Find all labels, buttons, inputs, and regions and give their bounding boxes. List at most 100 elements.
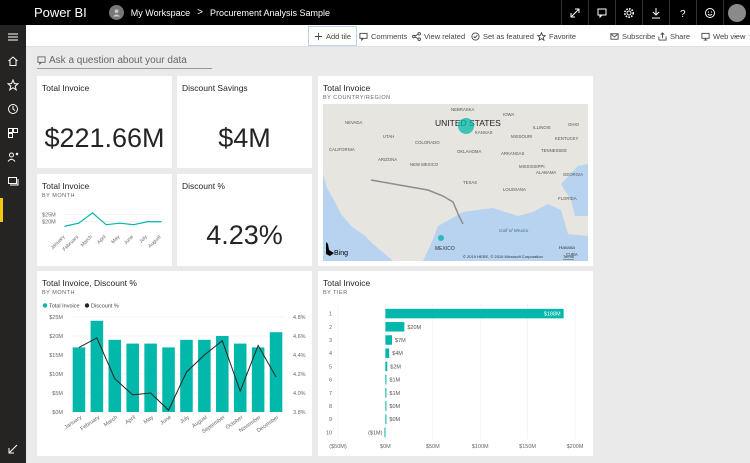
user-avatar[interactable] — [723, 0, 750, 25]
tile-invoice-by-month[interactable]: Total Invoice BY MONTH $25M $20M January Fe… — [37, 174, 172, 266]
nav-menu-icon[interactable] — [0, 25, 26, 49]
map-state-label: TENNESSEE — [541, 148, 567, 153]
data-label: $7M — [395, 338, 406, 344]
x-tick-label: March — [80, 234, 94, 248]
more-options-button[interactable]: ··· — [734, 25, 744, 47]
x-tick-label: May — [110, 234, 121, 245]
set-as-featured-button[interactable]: Set as featured — [471, 25, 534, 47]
bar — [216, 336, 229, 412]
y2-tick-label: 4.6% — [293, 334, 306, 340]
app-title[interactable]: Power BI — [34, 5, 87, 20]
bar — [198, 339, 211, 412]
favorite-button[interactable]: Favorite — [537, 25, 576, 47]
tile-title: Total Invoice — [323, 83, 371, 93]
nav-get-data-icon[interactable] — [0, 437, 26, 461]
legend-label: Total Invoice — [49, 304, 80, 310]
tile-invoice-by-tier[interactable]: Total Invoice BY TIER ($50M) $0M $50M $100M… — [318, 271, 593, 456]
map-state-label: TEXAS — [463, 180, 477, 185]
data-label: $0M — [389, 417, 400, 423]
qna-input[interactable]: Ask a question about your data — [37, 53, 212, 69]
y2-tick-label: 4.8% — [293, 315, 306, 321]
map-state-label: FLORIDA — [558, 196, 577, 201]
y-tick-label: 5 — [329, 364, 332, 370]
line-point — [91, 212, 94, 214]
y-tick-label: 8 — [329, 404, 332, 410]
subscribe-button[interactable]: Subscribe — [610, 25, 655, 47]
map-state-label: CALIFORNIA — [329, 147, 355, 152]
related-icon — [412, 31, 421, 41]
legend-label: Discount % — [91, 304, 119, 310]
map-state-label: KANSAS — [475, 130, 493, 135]
line-chart: $25M$20MJanuaryFebruary March April May June… — [42, 212, 163, 253]
y-tick-label: $0M — [52, 410, 63, 416]
map-state-label: UTAH — [383, 134, 394, 139]
add-tile-button[interactable]: Add tile — [308, 26, 358, 46]
map-state-label: MISSISSIPPI — [519, 164, 545, 169]
breadcrumb-report[interactable]: Procurement Analysis Sample — [210, 8, 330, 18]
breadcrumb-workspace[interactable]: My Workspace — [131, 8, 190, 18]
settings-icon[interactable] — [615, 0, 642, 25]
download-icon[interactable] — [642, 0, 669, 25]
app-launcher-area — [0, 0, 26, 25]
nav-home-icon[interactable] — [0, 49, 26, 73]
y-tick-label: $25M — [49, 315, 63, 321]
action-bar: Add tile Comments View related Set as fe… — [26, 25, 750, 47]
tile-total-invoice[interactable]: Total Invoice $221.66M — [37, 76, 172, 168]
tile-discount-savings[interactable]: Discount Savings $4M — [177, 76, 312, 168]
data-label: $1M — [389, 378, 400, 384]
share-icon — [658, 31, 667, 41]
map-state-label: ARKANSAS — [501, 151, 525, 156]
comments-button[interactable]: Comments — [359, 25, 407, 47]
bar — [180, 339, 193, 412]
bar — [269, 332, 283, 412]
y-tick-label: $20M — [49, 334, 63, 340]
line-point — [119, 222, 121, 224]
x-tick-label: $0M — [380, 444, 391, 450]
map-state-label: KENTUCKY — [555, 136, 579, 141]
tile-invoice-discount-combo[interactable]: Total Invoice, Discount % BY MONTH Total… — [37, 271, 312, 456]
view-related-button[interactable]: View related — [412, 25, 465, 47]
share-button[interactable]: Share — [658, 25, 690, 47]
map-state-label: GEORGIA — [563, 172, 583, 177]
bar — [385, 374, 387, 385]
fullscreen-icon[interactable] — [561, 0, 588, 25]
star-icon — [537, 31, 546, 41]
map-bubble-us[interactable] — [458, 118, 474, 134]
map-terms-link[interactable]: Terms — [563, 254, 574, 259]
bar — [385, 388, 387, 398]
data-label: $1M — [389, 391, 400, 397]
bar — [384, 427, 386, 438]
tile-discount-pct[interactable]: Discount % 4.23% — [177, 174, 312, 266]
notifications-icon[interactable] — [588, 0, 615, 25]
bar — [385, 401, 387, 411]
map-state-label: MISSOURI — [511, 134, 532, 139]
set-as-featured-label: Set as featured — [483, 31, 534, 41]
combo-chart: Total Invoice Discount % $25M $20M $15M $10M $… — [42, 303, 306, 435]
y-tick-label: $10M — [49, 372, 63, 378]
map-state-label: NEW MEXICO — [410, 162, 439, 167]
x-tick-label: $200M — [567, 444, 584, 450]
nav-workspaces-icon[interactable] — [0, 169, 26, 193]
comment-icon — [359, 32, 368, 41]
data-label: $20M — [407, 325, 421, 331]
help-icon[interactable]: ? — [669, 0, 696, 25]
tile-map[interactable]: Total Invoice BY COUNTRY/REGION NEBRASKA… — [318, 76, 593, 266]
bar — [385, 414, 387, 424]
favorite-label: Favorite — [549, 31, 577, 41]
map-bubble-mexico[interactable] — [438, 235, 444, 241]
feedback-icon[interactable] — [696, 0, 723, 25]
map-visual[interactable]: NEBRASKA IOWA NEVADA KANSAS ILLINOIS OHI… — [323, 104, 588, 261]
nav-active-indicator — [0, 198, 3, 222]
data-label: $0M — [389, 404, 400, 410]
map-state-label: COLORADO — [415, 140, 440, 145]
x-tick-label: February — [80, 415, 102, 433]
nav-favorites-icon[interactable] — [0, 73, 26, 97]
x-tick-label: April — [124, 415, 136, 426]
nav-shared-icon[interactable] — [0, 145, 26, 169]
view-related-label: View related — [424, 31, 466, 41]
nav-recent-icon[interactable] — [0, 97, 26, 121]
map-state-label: NEBRASKA — [451, 107, 475, 112]
tier-chart: ($50M) $0M $50M $100M $150M $200M 1 $188M 2 $20M 3… — [326, 303, 584, 450]
nav-apps-icon[interactable] — [0, 121, 26, 145]
y-tick-label: 9 — [329, 417, 332, 423]
